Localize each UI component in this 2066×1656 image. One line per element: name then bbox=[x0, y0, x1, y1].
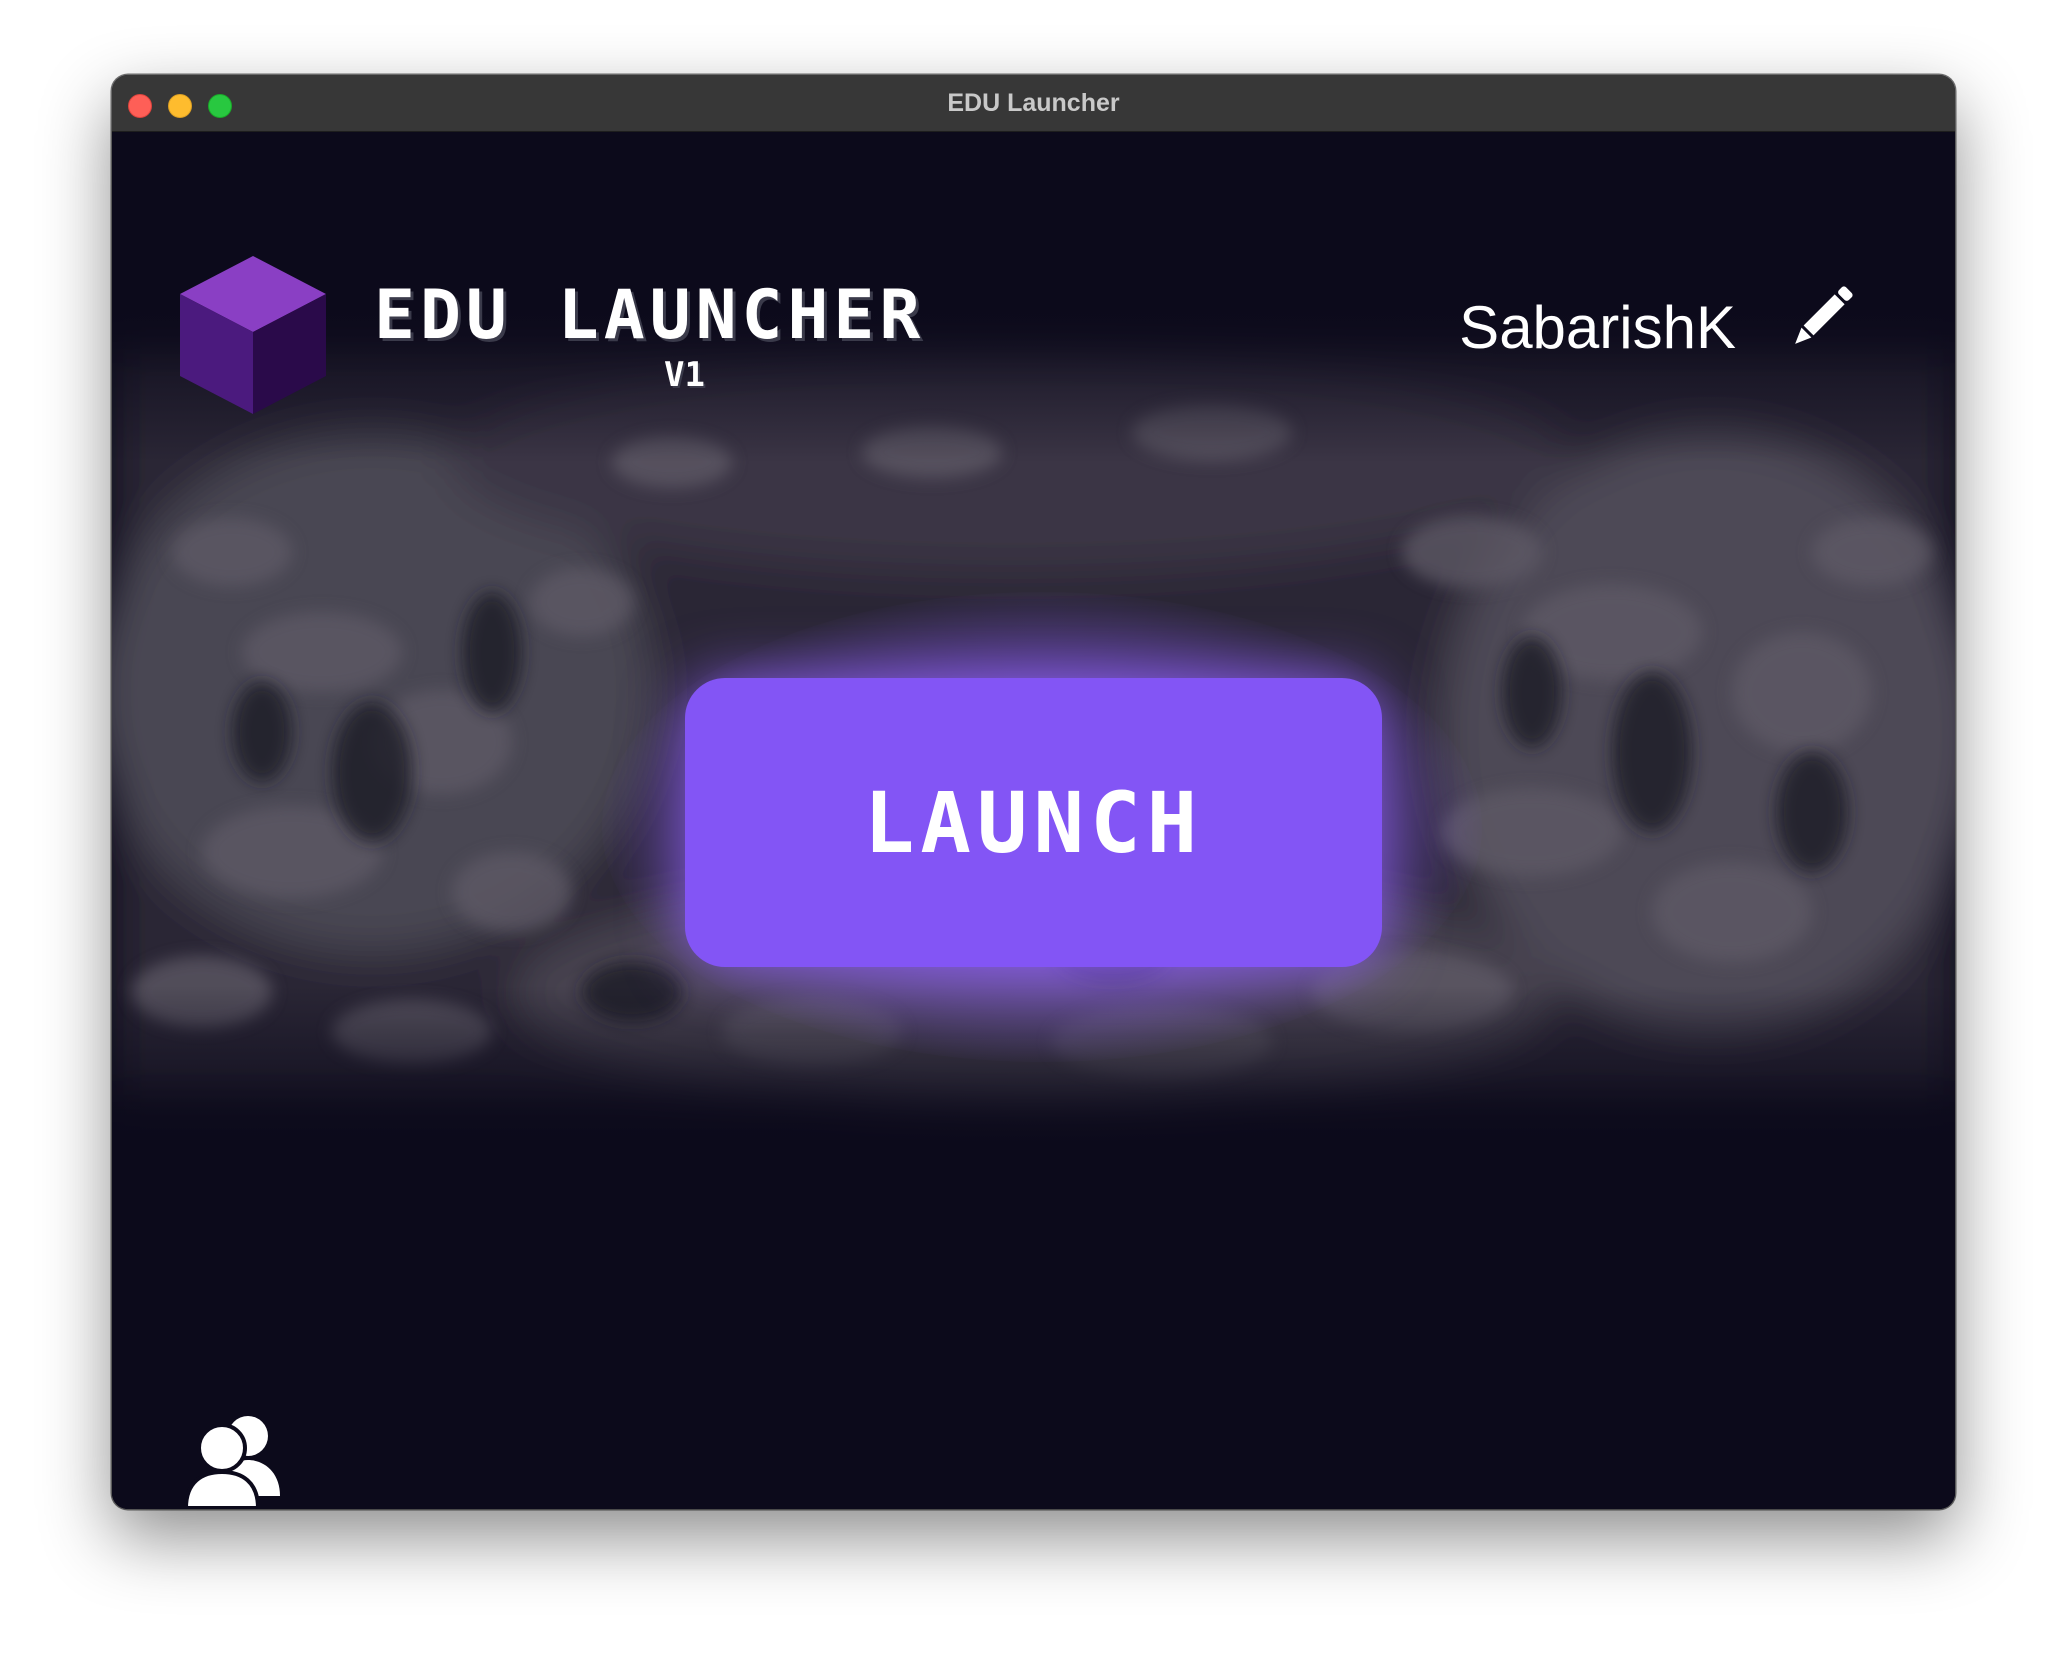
title-bar[interactable]: EDU Launcher bbox=[112, 75, 1955, 132]
users-icon[interactable] bbox=[182, 1410, 284, 1509]
app-brand-title: EDU LAUNCHER bbox=[374, 276, 926, 355]
pencil-icon[interactable] bbox=[1786, 281, 1858, 353]
username-label: SabarishK bbox=[1459, 294, 1736, 361]
launch-button-label: LAUNCH bbox=[863, 773, 1204, 872]
purple-cube-icon bbox=[180, 256, 326, 414]
launch-button[interactable]: LAUNCH bbox=[685, 678, 1382, 967]
launcher-content: EDU LAUNCHER V1 SabarishK LAUNCH bbox=[112, 132, 1955, 1509]
app-version-label: V1 bbox=[664, 355, 705, 395]
app-window: EDU Launcher EDU LAUNCHER V1 SabarishK L… bbox=[112, 75, 1955, 1509]
window-title: EDU Launcher bbox=[947, 89, 1120, 117]
